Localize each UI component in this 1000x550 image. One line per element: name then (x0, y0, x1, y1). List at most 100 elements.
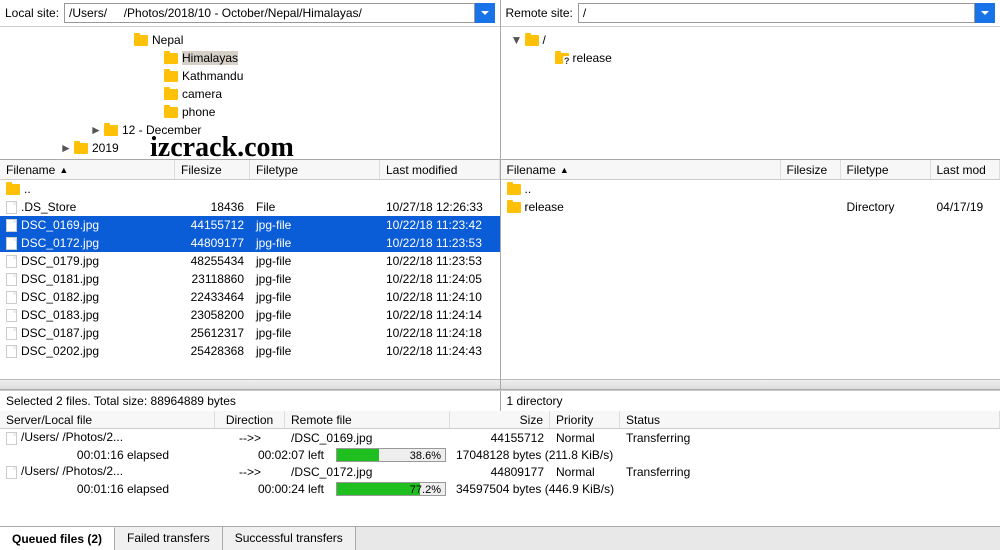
folder-icon (104, 125, 118, 136)
qcol-remote[interactable]: Remote file (285, 411, 450, 428)
col-filesize[interactable]: Filesize (175, 160, 250, 179)
col-filename[interactable]: Filename▲ (501, 160, 781, 179)
col-filesize[interactable]: Filesize (781, 160, 841, 179)
tab-success[interactable]: Successful transfers (223, 527, 356, 550)
tree-item-label: Nepal (152, 33, 183, 47)
folder-icon (507, 202, 521, 213)
local-tree[interactable]: izcrack.com NepalHimalayasKathmanducamer… (0, 27, 500, 159)
file-row[interactable]: DSC_0202.jpg25428368jpg-file10/22/18 11:… (0, 342, 500, 360)
col-filetype[interactable]: Filetype (841, 160, 931, 179)
file-row[interactable]: DSC_0182.jpg22433464jpg-file10/22/18 11:… (0, 288, 500, 306)
tree-item[interactable]: Kathmandu (0, 67, 500, 85)
folder-icon (164, 71, 178, 82)
folder-icon (507, 184, 521, 195)
transfer-queue[interactable]: /Users/ /Photos/2...-->>/DSC_0169.jpg441… (0, 429, 1000, 526)
remote-site-label: Remote site: (506, 6, 573, 20)
file-row[interactable]: DSC_0183.jpg23058200jpg-file10/22/18 11:… (0, 306, 500, 324)
queue-progress-row: 00:01:16 elapsed00:02:07 left38.6%170481… (0, 446, 1000, 463)
tree-item-label: Kathmandu (182, 69, 243, 83)
file-icon (6, 432, 17, 445)
tree-expander-icon[interactable]: ► (90, 123, 102, 137)
file-row[interactable]: DSC_0187.jpg25612317jpg-file10/22/18 11:… (0, 324, 500, 342)
tree-item-label: 2019 (92, 141, 119, 155)
parent-dir-row[interactable]: .. (501, 180, 1000, 198)
tree-item[interactable]: camera (0, 85, 500, 103)
qcol-dir[interactable]: Direction (215, 411, 285, 428)
tree-item[interactable]: Nepal (0, 31, 500, 49)
local-site-input[interactable] (64, 3, 474, 23)
tab-queued[interactable]: Queued files (2) (0, 527, 115, 550)
progress-bar: 38.6% (336, 448, 446, 462)
local-site-dropdown[interactable] (475, 3, 495, 23)
col-lastmod[interactable]: Last modified (380, 160, 500, 179)
bottom-tabs: Queued files (2) Failed transfers Succes… (0, 526, 1000, 550)
file-row[interactable]: releaseDirectory04/17/19 (501, 198, 1000, 216)
chevron-down-icon (980, 8, 990, 18)
tab-failed[interactable]: Failed transfers (115, 527, 223, 550)
tree-item-label: Himalayas (182, 51, 238, 65)
local-site-bar: Local site: (0, 0, 500, 27)
folder-icon (6, 184, 20, 195)
col-lastmod[interactable]: Last mod (931, 160, 1000, 179)
tree-item[interactable]: ► 2019 (0, 139, 500, 157)
remote-scrollbar[interactable] (501, 379, 1000, 389)
remote-site-bar: Remote site: (501, 0, 1000, 27)
local-list-header: Filename▲ Filesize Filetype Last modifie… (0, 160, 500, 180)
file-icon (6, 291, 17, 304)
local-tree-pane: Local site: izcrack.com NepalHimalayasKa… (0, 0, 501, 159)
file-icon (6, 327, 17, 340)
tree-item[interactable]: release (501, 49, 1000, 67)
queue-item[interactable]: /Users/ /Photos/2...-->>/DSC_0169.jpg441… (0, 429, 1000, 446)
tree-item-label: release (573, 51, 612, 65)
remote-site-dropdown[interactable] (975, 3, 995, 23)
tree-item-label: 12 - December (122, 123, 201, 137)
queue-progress-row: 00:01:16 elapsed00:00:24 left77.2%345975… (0, 480, 1000, 497)
file-icon (6, 201, 17, 214)
remote-file-list[interactable]: ..releaseDirectory04/17/19 (501, 180, 1000, 379)
file-row[interactable]: DSC_0169.jpg44155712jpg-file10/22/18 11:… (0, 216, 500, 234)
file-row[interactable]: DSC_0181.jpg23118860jpg-file10/22/18 11:… (0, 270, 500, 288)
chevron-down-icon (480, 8, 490, 18)
tree-item-label: camera (182, 87, 222, 101)
tree-item-label: / (543, 33, 546, 47)
status-row: Selected 2 files. Total size: 88964889 b… (0, 390, 1000, 411)
tree-item[interactable]: ▼/ (501, 31, 1000, 49)
col-filetype[interactable]: Filetype (250, 160, 380, 179)
file-icon (6, 466, 17, 479)
file-icon (6, 237, 17, 250)
file-row[interactable]: DSC_0172.jpg44809177jpg-file10/22/18 11:… (0, 234, 500, 252)
folder-icon (525, 35, 539, 46)
remote-tree-pane: Remote site: ▼/release (501, 0, 1000, 159)
sort-asc-icon: ▲ (59, 165, 68, 175)
qcol-stat[interactable]: Status (620, 411, 1000, 428)
tree-item[interactable]: Himalayas (0, 49, 500, 67)
file-row[interactable]: DSC_0179.jpg48255434jpg-file10/22/18 11:… (0, 252, 500, 270)
folder-icon (164, 53, 178, 64)
remote-tree[interactable]: ▼/release (501, 27, 1000, 159)
tree-item[interactable]: phone (0, 103, 500, 121)
remote-status: 1 directory (501, 391, 1000, 411)
parent-dir-row[interactable]: .. (0, 180, 500, 198)
file-icon (6, 255, 17, 268)
qcol-file[interactable]: Server/Local file (0, 411, 215, 428)
col-filename[interactable]: Filename▲ (0, 160, 175, 179)
local-scrollbar[interactable] (0, 379, 500, 389)
remote-site-input[interactable] (578, 3, 975, 23)
folder-icon (555, 53, 569, 64)
progress-bar: 77.2% (336, 482, 446, 496)
sort-asc-icon: ▲ (560, 165, 569, 175)
qcol-pri[interactable]: Priority (550, 411, 620, 428)
tree-expander-icon[interactable]: ► (60, 141, 72, 155)
local-file-list-pane: Filename▲ Filesize Filetype Last modifie… (0, 160, 501, 389)
qcol-size[interactable]: Size (450, 411, 550, 428)
folder-icon (134, 35, 148, 46)
folder-icon (164, 89, 178, 100)
queue-item[interactable]: /Users/ /Photos/2...-->>/DSC_0172.jpg448… (0, 463, 1000, 480)
tree-expander-icon[interactable]: ▼ (511, 33, 523, 47)
local-site-label: Local site: (5, 6, 59, 20)
tree-item[interactable]: ►Blog (0, 157, 500, 159)
file-row[interactable]: .DS_Store18436File10/27/18 12:26:33 (0, 198, 500, 216)
queue-header: Server/Local file Direction Remote file … (0, 411, 1000, 429)
local-file-list[interactable]: ...DS_Store18436File10/27/18 12:26:33DSC… (0, 180, 500, 379)
tree-item[interactable]: ► 12 - December (0, 121, 500, 139)
